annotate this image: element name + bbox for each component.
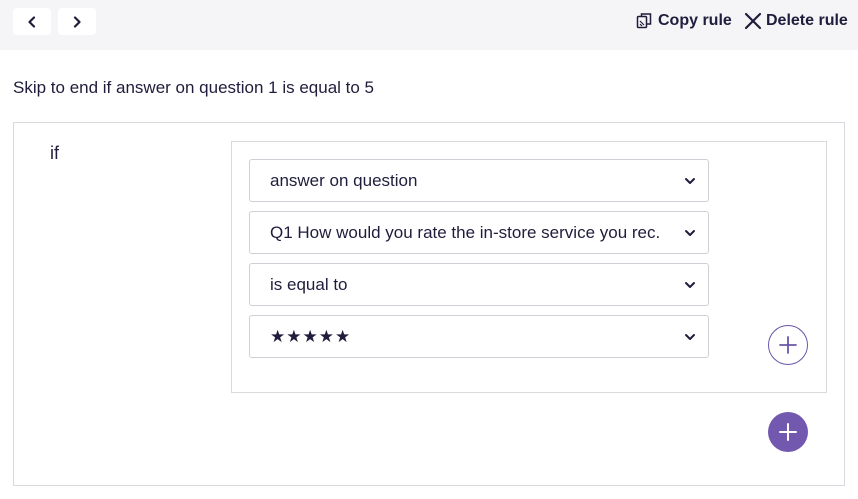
condition-question-select[interactable]: Q1 How would you rate the in-store servi… [249,211,709,254]
star-rating-value: ★★★★★ [270,326,352,346]
plus-icon [779,423,797,441]
plus-icon [779,336,797,354]
chevron-left-icon [28,15,36,28]
rule-summary: Skip to end if answer on question 1 is e… [13,78,375,97]
copy-icon [636,13,652,29]
chevron-down-icon [685,177,695,184]
condition-operator-value: is equal to [270,274,348,294]
chevron-down-icon [685,229,695,236]
condition-operator-select[interactable]: is equal to [249,263,709,306]
previous-rule-button[interactable] [13,8,51,35]
chevron-down-icon [685,333,695,340]
chevron-right-icon [73,15,81,28]
add-condition-group-button[interactable] [768,412,808,452]
chevron-down-icon [685,281,695,288]
rule-toolbar: Copy rule Delete rule [0,0,858,50]
condition-source-select[interactable]: answer on question [249,159,709,202]
delete-rule-label: Delete rule [766,12,848,29]
condition-source-value: answer on question [270,170,418,190]
next-rule-button[interactable] [58,8,96,35]
delete-rule-button[interactable]: Delete rule [744,10,848,32]
copy-rule-label: Copy rule [658,12,732,29]
close-icon [744,12,762,30]
copy-rule-button[interactable]: Copy rule [636,10,732,32]
condition-value-select[interactable]: ★★★★★ [249,315,709,358]
condition-question-value: Q1 How would you rate the in-store servi… [270,222,661,242]
add-condition-button[interactable] [768,325,808,365]
if-label: if [50,143,59,163]
